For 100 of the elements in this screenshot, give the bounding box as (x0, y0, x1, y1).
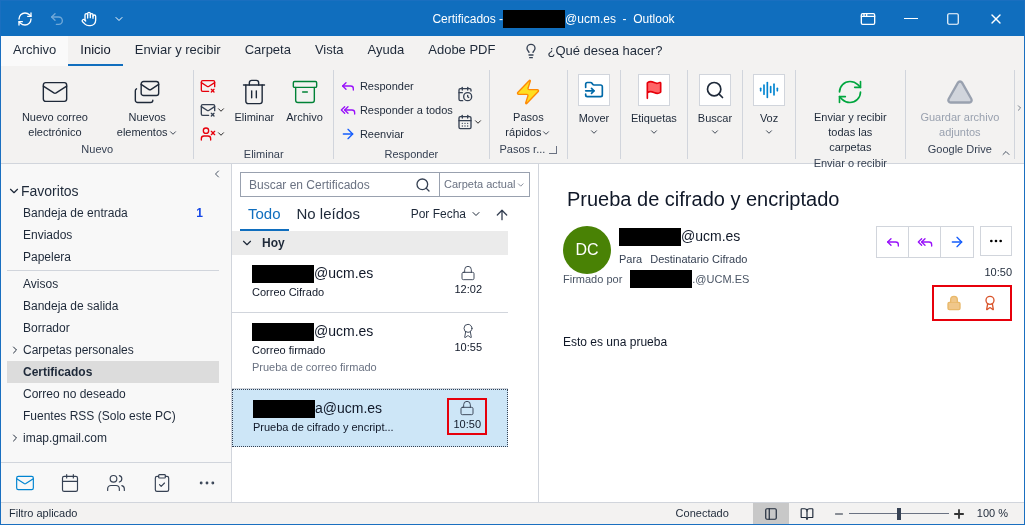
recipient-name: Destinatario Cifrado (650, 252, 748, 267)
undo-icon (49, 10, 65, 27)
zoom-slider-thumb[interactable] (896, 507, 901, 520)
status-text: Filtro aplicado (8, 506, 79, 522)
folder-move-icon (583, 80, 604, 100)
folder-item[interactable]: Papelera (7, 246, 219, 268)
envelope-x-icon (200, 102, 217, 118)
folder-item[interactable]: Carpetas personales (7, 339, 219, 361)
sort-dropdown[interactable]: Por Fecha (410, 205, 482, 231)
message-time: 10:55 (454, 340, 482, 355)
lock-icon (459, 400, 476, 416)
folder-item[interactable]: imap.gmail.com (7, 427, 219, 449)
message-item[interactable]: a@ucm.es Prueba de cifrado y encript... 10:50 (232, 389, 508, 447)
signed-by-label: Firmado por (563, 271, 623, 287)
ribbon-tab[interactable]: Ayuda (355, 36, 417, 66)
group-label: Nuevo (81, 142, 114, 158)
maximize-icon (946, 11, 960, 26)
zoom-in-icon[interactable] (952, 507, 965, 520)
zoom-level: 100 % (976, 506, 1008, 522)
redaction-bar (252, 322, 314, 341)
sender-name: @ucm.es (314, 264, 374, 283)
search-icon (704, 80, 725, 100)
avatar: DC (563, 226, 611, 274)
folder-item[interactable]: Enviados (7, 224, 219, 246)
redaction-bar (619, 227, 681, 246)
zoom-slider-track[interactable] (848, 507, 949, 520)
ribbon-button[interactable]: Nuevos elementos (106, 74, 188, 140)
group-label: Pasos r... (499, 142, 546, 158)
calendar-icon (456, 114, 473, 130)
ribbon-button[interactable]: Responder a todos (339, 98, 453, 122)
filter-tab[interactable]: No leídos (288, 202, 368, 231)
forward-icon (949, 234, 965, 250)
redaction-bar (253, 399, 315, 418)
ribbon-tab[interactable]: Vista (302, 36, 356, 66)
message-preview: Prueba de correo firmado (252, 359, 378, 375)
user-block-icon (200, 126, 217, 142)
ribbon-display-icon (860, 10, 876, 27)
ribbon-button[interactable]: Pasos rápidos (495, 74, 561, 140)
caret-icon (216, 129, 227, 139)
folder-item[interactable]: Certificados (7, 361, 219, 383)
normal-view-button[interactable] (752, 503, 789, 524)
ribbon-button[interactable]: Archivo (282, 74, 327, 125)
ribbon-button[interactable]: Mover (573, 74, 614, 137)
redaction-bar (630, 270, 693, 288)
calendar-icon (456, 86, 473, 102)
lock-icon (946, 294, 962, 311)
message-subject: Correo firmado (252, 343, 327, 358)
caret-icon (472, 117, 483, 127)
archive-box-icon (290, 78, 319, 106)
message-subject: Prueba de cifrado y encript... (253, 420, 395, 435)
group-label: Enviar o recibir (813, 156, 887, 171)
speech-icon (759, 80, 780, 100)
panel-icon (763, 506, 778, 521)
ribbon-button[interactable]: Buscar (693, 74, 737, 137)
message-time: 10:50 (984, 265, 1012, 280)
folder-item[interactable]: Bandeja de salida (7, 295, 219, 317)
group-label: Google Drive (927, 142, 992, 158)
folder-item[interactable]: Correo no deseado (7, 383, 219, 405)
window-title: @ucm.es - Outlook (565, 10, 675, 28)
folder-item[interactable]: Fuentes RSS (Solo este PC) (7, 405, 219, 427)
scroll-right-icon (1015, 102, 1024, 114)
group-header[interactable]: Hoy (232, 231, 508, 255)
group-label: Responder (384, 147, 439, 162)
ribbon-button[interactable]: Responder (339, 74, 453, 98)
ribbon-button[interactable]: Enviar y recibir todas las carpetas (802, 74, 899, 155)
ribbon-button[interactable]: Nuevo correo electrónico (7, 74, 103, 140)
touch-mode-icon (81, 10, 97, 27)
connection-status: Conectado (675, 506, 729, 522)
ribbon-tab[interactable]: Enviar y recibir (122, 36, 233, 66)
redaction-bar (252, 264, 314, 283)
ribbon-tab[interactable]: Carpeta (232, 36, 303, 66)
sender-address: @ucm.es (681, 227, 741, 246)
window-title: Certificados - (432, 10, 504, 28)
message-body: Esto es una prueba (563, 333, 669, 351)
ribbon-tab[interactable]: Archivo (1, 36, 69, 66)
ribbon-button[interactable]: Etiquetas (626, 74, 681, 137)
message-subject: Correo Cifrado (252, 285, 326, 300)
ribbon-tab[interactable]: Adobe PDF (416, 36, 508, 66)
ribbon-button[interactable]: Voz (749, 74, 790, 137)
caret-icon (216, 105, 227, 115)
ribbon-button[interactable]: Reenviar (339, 122, 453, 146)
folder-item[interactable]: Avisos (7, 273, 219, 295)
message-title: Prueba de cifrado y encriptado (566, 187, 841, 212)
seal-icon (982, 294, 998, 311)
sender-name: a@ucm.es (315, 399, 383, 418)
favorites-header[interactable]: Favoritos (7, 180, 231, 202)
envelopes-icon (133, 78, 162, 106)
message-time: 10:50 (453, 417, 481, 432)
group-label: Eliminar (243, 147, 284, 162)
message-item[interactable]: @ucm.es Correo Cifrado 12:02 (232, 255, 508, 313)
book-icon (799, 506, 814, 521)
sender-name: @ucm.es (314, 322, 374, 341)
sync-icon (17, 10, 33, 27)
ribbon-button[interactable]: Eliminar (230, 74, 279, 125)
dialog-launcher-icon[interactable] (549, 145, 558, 154)
tell-me-field[interactable]: ¿Qué desea hacer? (547, 41, 663, 61)
message-time: 12:02 (454, 282, 482, 297)
signer-address: .@UCM.ES (692, 271, 750, 287)
folder-item[interactable]: Borrador (7, 317, 219, 339)
folder-item[interactable]: Bandeja de entrada 1 (7, 202, 219, 224)
